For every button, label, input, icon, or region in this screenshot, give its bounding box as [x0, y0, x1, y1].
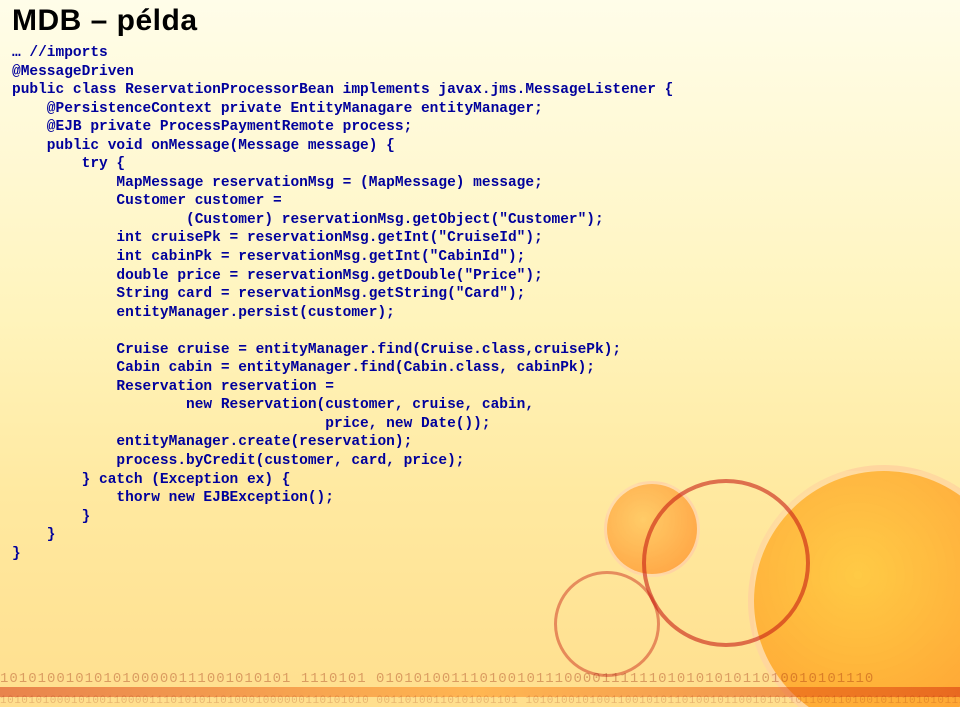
decor-binary: 1010100101010100000111001010101 1110101 …: [0, 671, 960, 707]
slide: MDB – példa … //imports @MessageDriven p…: [0, 0, 960, 707]
decor-circle-outline: [642, 479, 810, 647]
decor-circle-outline-2: [554, 571, 660, 677]
slide-title: MDB – példa: [12, 4, 198, 38]
code-block: … //imports @MessageDriven public class …: [12, 44, 948, 563]
binary-row-2: 1010101000101001100001110101011010001000…: [0, 695, 960, 707]
binary-row-1: 1010100101010100000111001010101 1110101 …: [0, 671, 874, 687]
